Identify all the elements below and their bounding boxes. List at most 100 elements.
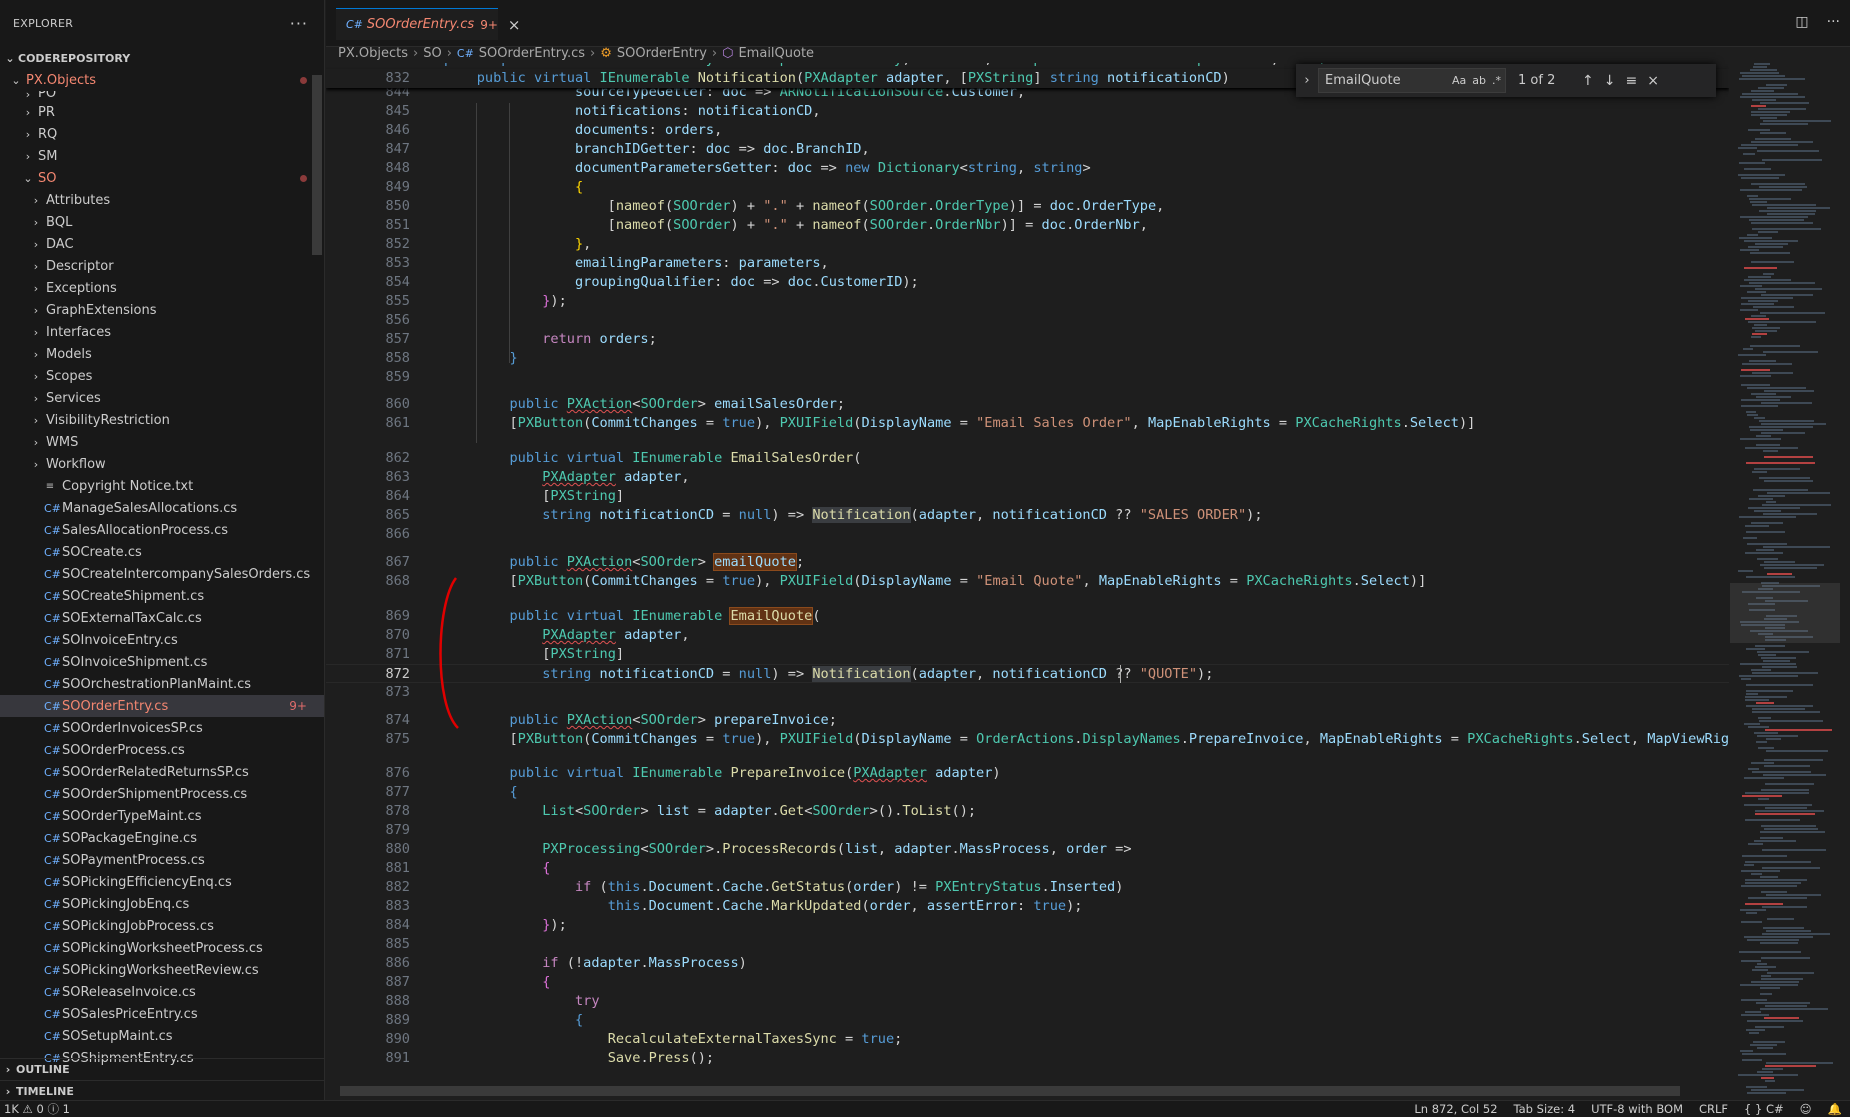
code-line[interactable]: 881 { [326, 859, 1729, 878]
file-item[interactable]: C# SOPaymentProcess.cs [0, 849, 324, 871]
code-text[interactable]: }, [444, 235, 591, 254]
breadcrumb-item[interactable]: SOOrderEntry [617, 46, 707, 61]
code-text[interactable]: } [444, 349, 517, 368]
code-text[interactable]: List<SOOrder> list = adapter.Get<SOOrder… [444, 802, 976, 821]
code-line[interactable]: 875 [PXButton(CommitChanges = true), PXU… [326, 730, 1729, 749]
code-text[interactable]: PXAdapter adapter, [444, 626, 689, 645]
more-actions-icon[interactable]: ··· [290, 14, 308, 33]
file-item[interactable]: C# SOSetupMaint.cs [0, 1025, 324, 1047]
code-line[interactable]: 885 [326, 935, 1729, 954]
breadcrumb-item[interactable]: SO [423, 46, 441, 61]
find-input[interactable]: EmailQuote Aa ab .* [1318, 68, 1506, 93]
code-line[interactable]: 873 [326, 683, 1729, 702]
code-line[interactable]: 879 [326, 821, 1729, 840]
file-item[interactable]: C# SOOrchestrationPlanMaint.cs [0, 673, 324, 695]
more-actions-icon[interactable]: ··· [1827, 14, 1840, 30]
code-line[interactable]: 845 notifications: notificationCD, [326, 102, 1729, 121]
code-text[interactable]: [PXButton(CommitChanges = true), PXUIFie… [444, 414, 1475, 433]
code-text[interactable]: documentParametersGetter: doc => new Dic… [444, 159, 1091, 178]
code-text[interactable]: Save.Press(); [444, 1049, 714, 1068]
code-text[interactable]: public virtual IEnumerable EmailQuote( [444, 607, 821, 626]
folder-item[interactable]: › Interfaces [0, 321, 324, 343]
code-line[interactable]: 891 Save.Press(); [326, 1049, 1729, 1068]
code-line[interactable]: 854 groupingQualifier: doc => doc.Custom… [326, 273, 1729, 292]
file-item[interactable]: C# SOInvoiceEntry.cs [0, 629, 324, 651]
code-text[interactable]: PXAdapter adapter, [444, 468, 689, 487]
find-query[interactable]: EmailQuote [1325, 73, 1401, 88]
folder-item[interactable]: › WMS [0, 431, 324, 453]
timeline-section[interactable]: › TIMELINE [0, 1080, 325, 1102]
code-line[interactable]: 882 if (this.Document.Cache.GetStatus(or… [326, 878, 1729, 897]
tab-soorderentry[interactable]: C# SOOrderEntry.cs 9+ × [336, 8, 520, 40]
file-item[interactable]: C# SOPickingWorksheetReview.cs [0, 959, 324, 981]
folder-item[interactable]: › VisibilityRestriction [0, 409, 324, 431]
folder-item[interactable]: › Scopes [0, 365, 324, 387]
code-text[interactable]: emailingParameters: parameters, [444, 254, 829, 273]
line-ending[interactable]: CRLF [1699, 1102, 1728, 1116]
code-text[interactable]: documents: orders, [444, 121, 722, 140]
file-item[interactable]: C# SOCreateIntercompanySalesOrders.cs [0, 563, 324, 585]
repo-header[interactable]: ⌄ CODEREPOSITORY [0, 47, 324, 69]
file-item[interactable]: C# SOPackageEngine.cs [0, 827, 324, 849]
code-text[interactable]: public PXAction<SOOrder> prepareInvoice; [444, 711, 836, 730]
folder-item[interactable]: › Workflow [0, 453, 324, 475]
code-line[interactable]: 861 [PXButton(CommitChanges = true), PXU… [326, 414, 1729, 433]
code-line[interactable]: 876 public virtual IEnumerable PrepareIn… [326, 764, 1729, 783]
code-text[interactable]: notifications: notificationCD, [444, 102, 821, 121]
code-line[interactable]: 863 PXAdapter adapter, [326, 468, 1729, 487]
code-line[interactable]: 867 public PXAction<SOOrder> emailQuote; [326, 553, 1729, 572]
file-item[interactable]: C# SOCreate.cs [0, 541, 324, 563]
file-item[interactable]: C# SOSalesPriceEntry.cs [0, 1003, 324, 1025]
code-line[interactable]: 858 } [326, 349, 1729, 368]
file-item[interactable]: C# SOOrderInvoicesSP.cs [0, 717, 324, 739]
code-line[interactable]: 886 if (!adapter.MassProcess) [326, 954, 1729, 973]
code-line[interactable]: 865 string notificationCD = null) => Not… [326, 506, 1729, 525]
folder-item[interactable]: › PR [0, 101, 324, 123]
file-item[interactable]: C# SOPickingJobProcess.cs [0, 915, 324, 937]
code-text[interactable]: branchIDGetter: doc => doc.BranchID, [444, 140, 870, 159]
code-line[interactable]: 870 PXAdapter adapter, [326, 626, 1729, 645]
folder-item[interactable]: › PO [0, 91, 324, 101]
code-text[interactable]: { [444, 859, 550, 878]
code-line[interactable]: 857 return orders; [326, 330, 1729, 349]
outline-section[interactable]: › OUTLINE [0, 1058, 325, 1080]
regex-toggle[interactable]: .* [1492, 74, 1501, 87]
folder-so[interactable]: ⌄ SO [0, 167, 324, 189]
code-line[interactable]: 888 try [326, 992, 1729, 1011]
file-item[interactable]: C# SOOrderShipmentProcess.cs [0, 783, 324, 805]
code-text[interactable]: PXProcessing<SOOrder>.ProcessRecords(lis… [444, 840, 1131, 859]
editor-scrollbar[interactable] [1840, 63, 1850, 1100]
code-text[interactable]: { [444, 783, 517, 802]
file-item[interactable]: C# SOExternalTaxCalc.cs [0, 607, 324, 629]
sidebar-scrollbar[interactable] [312, 75, 322, 255]
code-text[interactable]: public virtual IEnumerable Notification(… [444, 69, 1230, 88]
code-line[interactable]: 850 [nameof(SOOrder) + "." + nameof(SOOr… [326, 197, 1729, 216]
code-line[interactable]: 871 [PXString] [326, 645, 1729, 664]
code-line[interactable]: 880 PXProcessing<SOOrder>.ProcessRecords… [326, 840, 1729, 859]
code-line[interactable]: 874 public PXAction<SOOrder> prepareInvo… [326, 711, 1729, 730]
code-line[interactable]: 847 branchIDGetter: doc => doc.BranchID, [326, 140, 1729, 159]
code-text[interactable]: [PXString] [444, 645, 624, 664]
code-text[interactable]: string notificationCD = null) => Notific… [444, 665, 1213, 684]
breadcrumb-item[interactable]: EmailQuote [738, 46, 814, 61]
code-text[interactable]: }); [444, 292, 567, 311]
code-line[interactable]: 866 [326, 525, 1729, 544]
code-line[interactable]: 856 [326, 311, 1729, 330]
code-line[interactable]: 846 documents: orders, [326, 121, 1729, 140]
encoding[interactable]: UTF-8 with BOM [1591, 1102, 1683, 1116]
code-text[interactable]: public PXAction<SOOrder> emailQuote; [444, 553, 804, 572]
file-item[interactable]: C# SOPickingJobEnq.cs [0, 893, 324, 915]
file-item[interactable]: C# SalesAllocationProcess.cs [0, 519, 324, 541]
code-text[interactable]: }); [444, 916, 567, 935]
code-line[interactable]: 852 }, [326, 235, 1729, 254]
code-text[interactable]: public virtual IEnumerable PrepareInvoic… [444, 764, 1000, 783]
file-item[interactable]: C# SOReleaseInvoice.cs [0, 981, 324, 1003]
horizontal-scrollbar[interactable] [340, 1086, 1680, 1096]
code-text[interactable]: public PXAction<SOOrder> emailSalesOrder… [444, 395, 845, 414]
file-item[interactable]: C# SOPickingEfficiencyEnq.cs [0, 871, 324, 893]
code-text[interactable]: { [444, 1011, 583, 1030]
code-line[interactable]: 860 public PXAction<SOOrder> emailSalesO… [326, 395, 1729, 414]
code-line[interactable]: 862 public virtual IEnumerable EmailSale… [326, 449, 1729, 468]
file-item[interactable]: C# SOOrderRelatedReturnsSP.cs [0, 761, 324, 783]
folder-item[interactable]: › SM [0, 145, 324, 167]
